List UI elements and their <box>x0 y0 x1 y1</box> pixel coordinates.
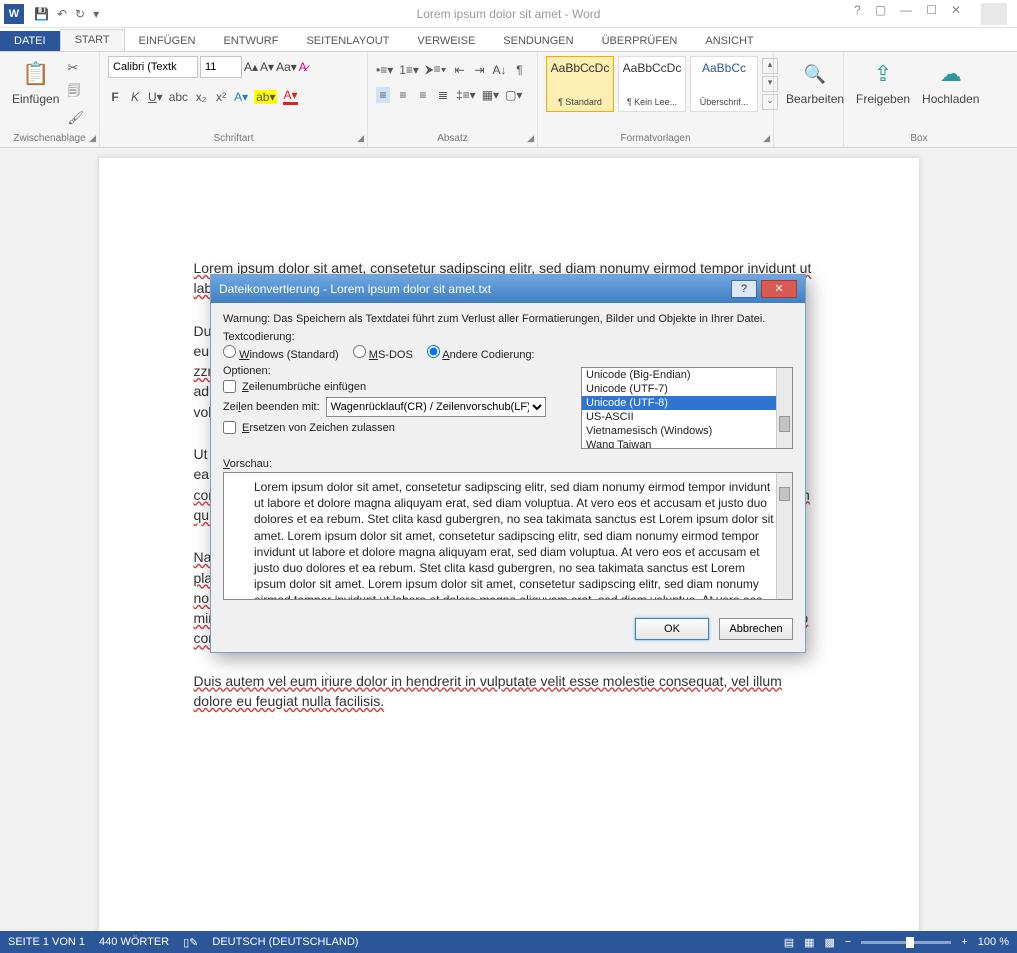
radio-other[interactable]: Andere Codierung: <box>427 345 535 361</box>
preview-text: Lorem ipsum dolor sit amet, consetetur s… <box>254 480 774 600</box>
encoding-list[interactable]: Unicode (Big-Endian) Unicode (UTF-7) Uni… <box>581 367 793 449</box>
enc-wang[interactable]: Wang Taiwan <box>582 438 792 449</box>
dialog-warning: Warnung: Das Speichern als Textdatei füh… <box>223 313 793 325</box>
dialog-buttons: OK Abbrechen <box>211 610 805 652</box>
dialog-body: Warnung: Das Speichern als Textdatei füh… <box>211 303 805 610</box>
textcoding-label: Textcodierung: <box>223 331 793 343</box>
dialog-backdrop: Dateikonvertierung - Lorem ipsum dolor s… <box>0 0 1017 953</box>
file-conversion-dialog: Dateikonvertierung - Lorem ipsum dolor s… <box>210 274 806 653</box>
encoding-radios: Windows (Standard) MS-DOS Andere Codieru… <box>223 345 793 361</box>
preview-label: Vorschau: <box>223 458 793 470</box>
preview-scrollbar[interactable] <box>776 473 792 599</box>
cancel-button[interactable]: Abbrechen <box>719 618 793 640</box>
dialog-title: Dateikonvertierung - Lorem ipsum dolor s… <box>219 282 491 296</box>
enc-big-endian[interactable]: Unicode (Big-Endian) <box>582 368 792 382</box>
enc-vietnamese[interactable]: Vietnamesisch (Windows) <box>582 424 792 438</box>
radio-msdos[interactable]: MS-DOS <box>353 345 413 361</box>
dialog-close-icon[interactable]: ✕ <box>761 280 797 298</box>
dialog-titlebar[interactable]: Dateikonvertierung - Lorem ipsum dolor s… <box>211 275 805 303</box>
line-end-select[interactable]: Wagenrücklauf(CR) / Zeilenvorschub(LF) <box>326 397 546 417</box>
ok-button[interactable]: OK <box>635 618 709 640</box>
dialog-help-icon[interactable]: ? <box>731 280 757 298</box>
enc-utf7[interactable]: Unicode (UTF-7) <box>582 382 792 396</box>
preview-box: Lorem ipsum dolor sit amet, consetetur s… <box>223 472 793 600</box>
enc-ascii[interactable]: US-ASCII <box>582 410 792 424</box>
line-end-label: Zeilen beenden mit: <box>223 401 320 413</box>
radio-windows[interactable]: Windows (Standard) <box>223 345 339 361</box>
enc-utf8[interactable]: Unicode (UTF-8) <box>582 396 792 410</box>
encoding-scrollbar[interactable] <box>776 368 792 448</box>
